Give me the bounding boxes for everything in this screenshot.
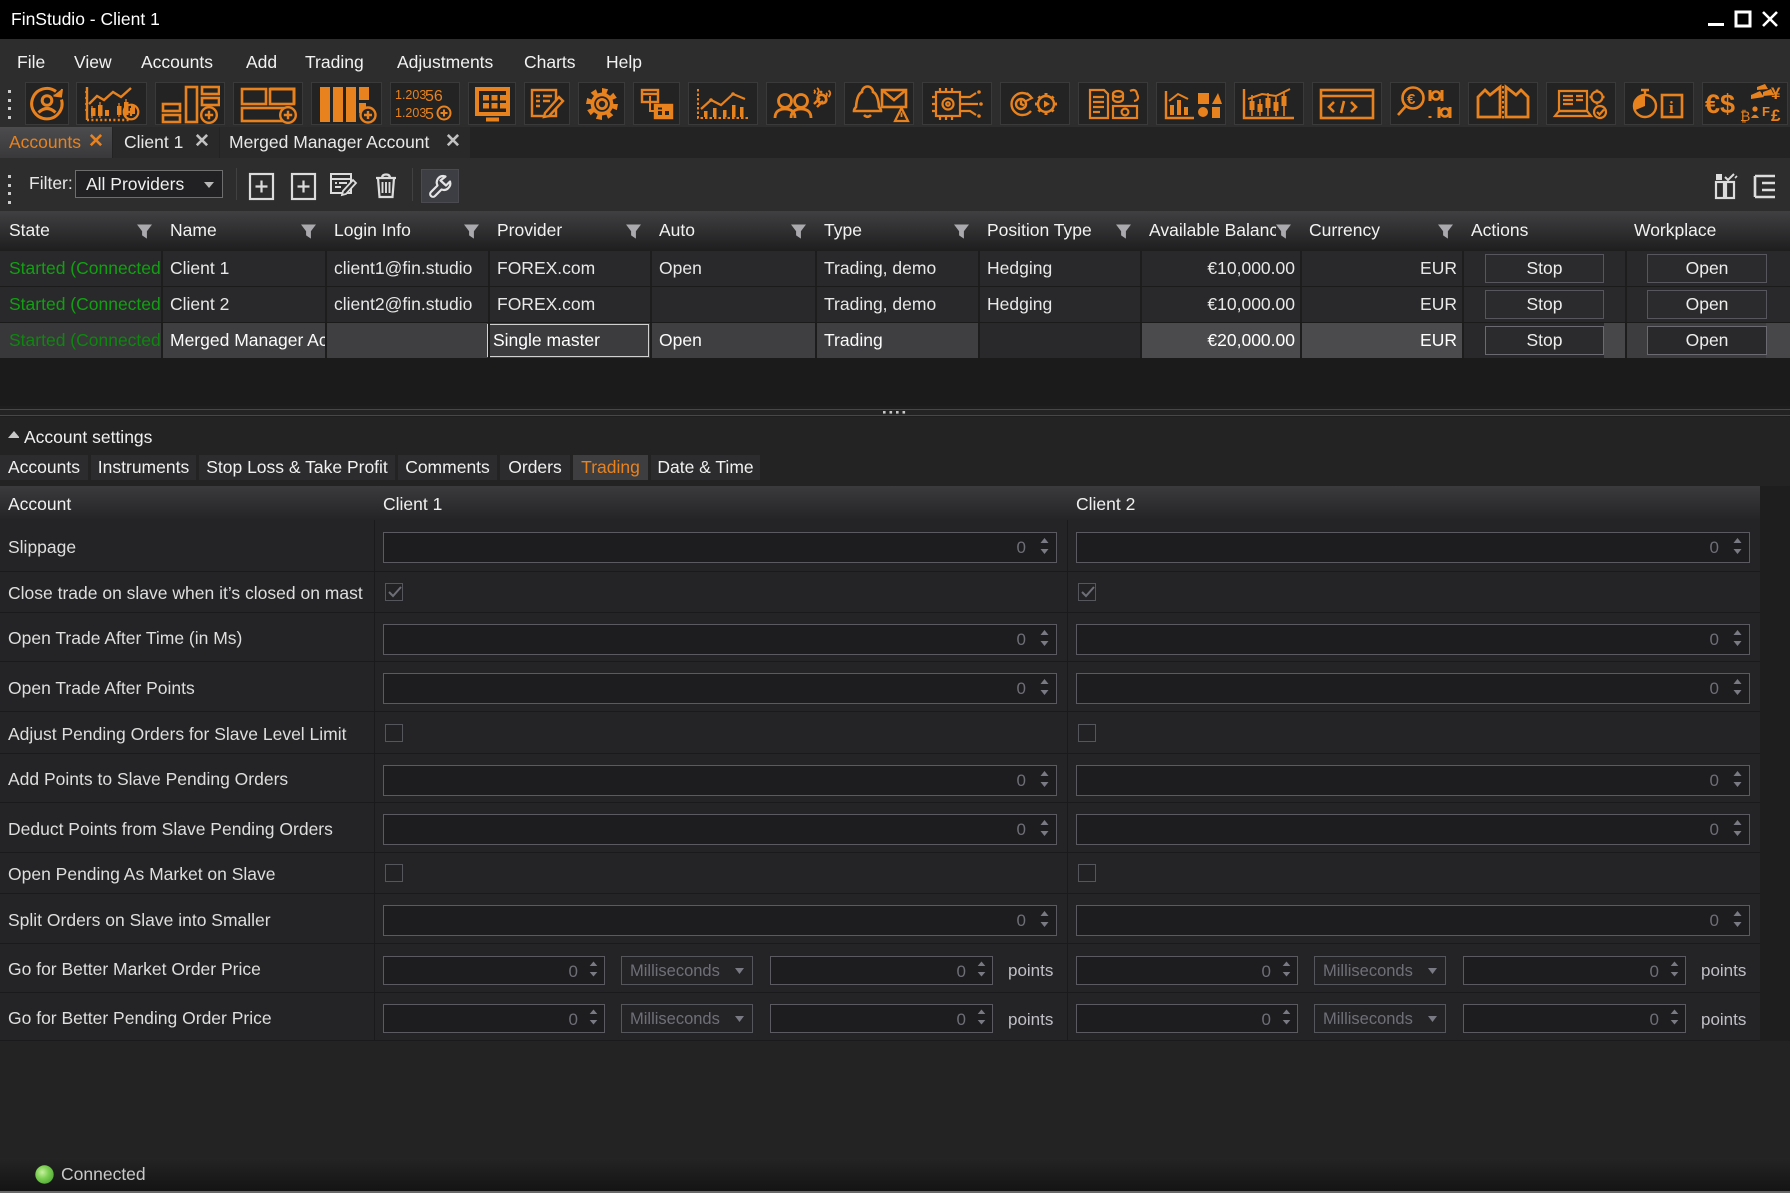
svg-text:1.203: 1.203 — [395, 88, 426, 102]
svg-text:¥: ¥ — [1771, 84, 1781, 103]
svg-text:£: £ — [1771, 106, 1781, 124]
svg-text:i: i — [1669, 98, 1674, 117]
svg-text:₿: ₿ — [1740, 108, 1750, 124]
svg-text:5: 5 — [425, 106, 434, 123]
svg-text:56: 56 — [425, 88, 443, 105]
svg-text:€$: €$ — [1705, 89, 1735, 119]
svg-text:1.203: 1.203 — [395, 106, 426, 120]
svg-text:€: € — [1407, 91, 1416, 108]
svg-text:F: F — [1762, 104, 1770, 119]
